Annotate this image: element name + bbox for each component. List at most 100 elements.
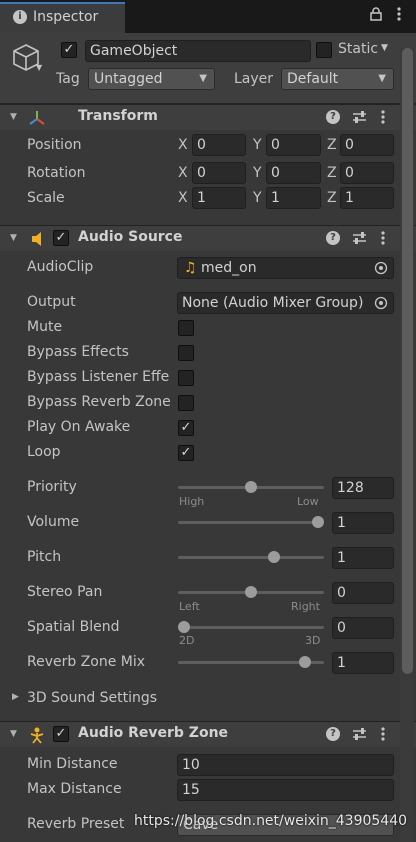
rotation-x-field[interactable]: 0 bbox=[192, 162, 246, 184]
gameobject-header: ▼ ✓ GameObject Static ▼ Tag Untagged ▼ L… bbox=[0, 33, 416, 104]
audio-reverb-zone-title: Audio Reverb Zone bbox=[78, 725, 229, 741]
watermark-text: https://blog.csdn.net/weixin_43905440 bbox=[134, 813, 408, 829]
pitch-label: Pitch bbox=[27, 549, 62, 565]
axis-x-label[interactable]: X bbox=[178, 165, 188, 181]
window-tab-bar: i Inspector bbox=[0, 0, 416, 33]
scrollbar-thumb[interactable] bbox=[402, 48, 413, 674]
name-field[interactable]: GameObject bbox=[85, 40, 311, 62]
audio-source-header[interactable]: ▼ ✓ Audio Source ? bbox=[0, 225, 416, 251]
fold-triangle-icon[interactable]: ▼ bbox=[10, 729, 17, 739]
bypass-effects-checkbox[interactable] bbox=[178, 345, 194, 361]
help-icon[interactable]: ? bbox=[326, 110, 340, 124]
kebab-menu-icon[interactable] bbox=[392, 6, 406, 22]
static-chevron-down-icon[interactable]: ▼ bbox=[381, 43, 388, 53]
scale-z-field[interactable]: 1 bbox=[340, 187, 394, 209]
axis-y-label[interactable]: Y bbox=[253, 137, 262, 153]
toggle-label: Mute bbox=[27, 319, 63, 335]
stereo-pan-right-label: Right bbox=[291, 600, 320, 613]
axis-z-label[interactable]: Z bbox=[327, 137, 337, 153]
axis-x-label[interactable]: X bbox=[178, 137, 188, 153]
transform-axes-icon bbox=[29, 111, 45, 125]
spatial-blend-2d-label: 2D bbox=[179, 634, 195, 647]
chevron-down-icon[interactable]: ▼ bbox=[36, 63, 42, 72]
tag-label: Tag bbox=[56, 71, 80, 87]
stereo-pan-left-label: Left bbox=[179, 600, 200, 613]
volume-slider-knob[interactable] bbox=[312, 516, 324, 528]
reverb-zone-icon bbox=[30, 727, 44, 744]
reverb-zone-mix-slider-knob[interactable] bbox=[298, 656, 311, 668]
tab-inspector[interactable]: i Inspector bbox=[0, 2, 125, 33]
volume-field[interactable]: 1 bbox=[332, 512, 394, 534]
priority-high-label: High bbox=[179, 495, 205, 508]
tag-dropdown[interactable]: Untagged ▼ bbox=[88, 68, 215, 90]
axis-y-label[interactable]: Y bbox=[253, 190, 262, 206]
spatial-blend-slider-knob[interactable] bbox=[178, 621, 190, 633]
toggle-label: Bypass Listener Effe bbox=[27, 369, 170, 385]
position-label: Position bbox=[27, 137, 82, 153]
stereo-pan-field[interactable]: 0 bbox=[332, 582, 394, 604]
audio-reverb-zone-enabled-checkbox[interactable]: ✓ bbox=[53, 726, 69, 742]
audioclip-label: AudioClip bbox=[27, 259, 94, 275]
play-on-awake-checkbox[interactable]: ✓ bbox=[178, 420, 194, 436]
audio-clip-icon: ♫ bbox=[184, 260, 197, 276]
reverb-zone-mix-field[interactable]: 1 bbox=[332, 652, 394, 674]
transform-header[interactable]: ▼ Transform ? bbox=[0, 104, 416, 130]
axis-y-label[interactable]: Y bbox=[253, 165, 262, 181]
preset-sliders-icon[interactable] bbox=[352, 727, 367, 741]
min-distance-field[interactable]: 10 bbox=[177, 754, 394, 776]
position-y-field[interactable]: 0 bbox=[266, 134, 321, 156]
stereo-pan-slider-knob[interactable] bbox=[245, 586, 257, 598]
priority-slider-knob[interactable] bbox=[245, 481, 257, 493]
spatial-blend-field[interactable]: 0 bbox=[332, 617, 394, 639]
pitch-slider-track[interactable] bbox=[178, 556, 324, 559]
position-z-field[interactable]: 0 bbox=[340, 134, 394, 156]
audioclip-field[interactable]: ♫ med_on bbox=[177, 257, 394, 279]
transform-title: Transform bbox=[78, 108, 158, 124]
bypass-reverb-zone-checkbox[interactable] bbox=[178, 395, 194, 411]
chevron-down-icon: ▼ bbox=[378, 73, 386, 84]
help-icon[interactable]: ? bbox=[326, 231, 340, 245]
object-picker-icon[interactable] bbox=[374, 296, 388, 310]
audio-source-title: Audio Source bbox=[78, 229, 183, 245]
object-picker-icon[interactable] bbox=[374, 261, 388, 275]
max-distance-field[interactable]: 15 bbox=[177, 779, 394, 801]
position-x-field[interactable]: 0 bbox=[192, 134, 246, 156]
axis-z-label[interactable]: Z bbox=[327, 190, 337, 206]
pitch-slider-knob[interactable] bbox=[267, 551, 280, 563]
spatial-blend-label: Spatial Blend bbox=[27, 619, 120, 635]
audio-source-enabled-checkbox[interactable]: ✓ bbox=[53, 230, 69, 246]
kebab-menu-icon[interactable] bbox=[378, 229, 388, 247]
output-field[interactable]: None (Audio Mixer Group) bbox=[177, 292, 394, 314]
active-checkbox[interactable]: ✓ bbox=[61, 42, 77, 58]
lock-icon[interactable] bbox=[369, 7, 383, 21]
audioclip-value: med_on bbox=[201, 260, 257, 276]
mute-checkbox[interactable] bbox=[178, 320, 194, 336]
3d-sound-settings-foldout[interactable]: 3D Sound Settings bbox=[27, 690, 157, 706]
fold-triangle-icon[interactable]: ▼ bbox=[10, 233, 17, 243]
priority-field[interactable]: 128 bbox=[332, 477, 394, 499]
axis-x-label[interactable]: X bbox=[178, 190, 188, 206]
spatial-blend-slider-track[interactable] bbox=[178, 626, 324, 629]
preset-sliders-icon[interactable] bbox=[352, 110, 367, 124]
preset-sliders-icon[interactable] bbox=[352, 231, 367, 245]
loop-checkbox[interactable]: ✓ bbox=[178, 445, 194, 461]
fold-triangle-icon[interactable]: ▼ bbox=[10, 112, 17, 122]
scale-x-field[interactable]: 1 bbox=[192, 187, 246, 209]
fold-triangle-right-icon[interactable]: ▶ bbox=[12, 692, 19, 702]
scale-y-field[interactable]: 1 bbox=[266, 187, 321, 209]
rotation-z-field[interactable]: 0 bbox=[340, 162, 394, 184]
reverb-preset-label: Reverb Preset bbox=[27, 816, 125, 832]
audio-reverb-zone-header[interactable]: ▼ ✓ Audio Reverb Zone ? bbox=[0, 721, 416, 747]
help-icon[interactable]: ? bbox=[326, 727, 340, 741]
static-checkbox[interactable] bbox=[316, 42, 332, 58]
chevron-down-icon: ▼ bbox=[199, 73, 207, 84]
axis-z-label[interactable]: Z bbox=[327, 165, 337, 181]
rotation-y-field[interactable]: 0 bbox=[266, 162, 321, 184]
info-icon: i bbox=[13, 10, 27, 24]
kebab-menu-icon[interactable] bbox=[378, 108, 388, 126]
layer-dropdown[interactable]: Default ▼ bbox=[281, 68, 394, 90]
bypass-listener-effects-checkbox[interactable] bbox=[178, 370, 194, 386]
kebab-menu-icon[interactable] bbox=[378, 725, 388, 743]
pitch-field[interactable]: 1 bbox=[332, 547, 394, 569]
volume-slider-track[interactable] bbox=[178, 521, 324, 524]
